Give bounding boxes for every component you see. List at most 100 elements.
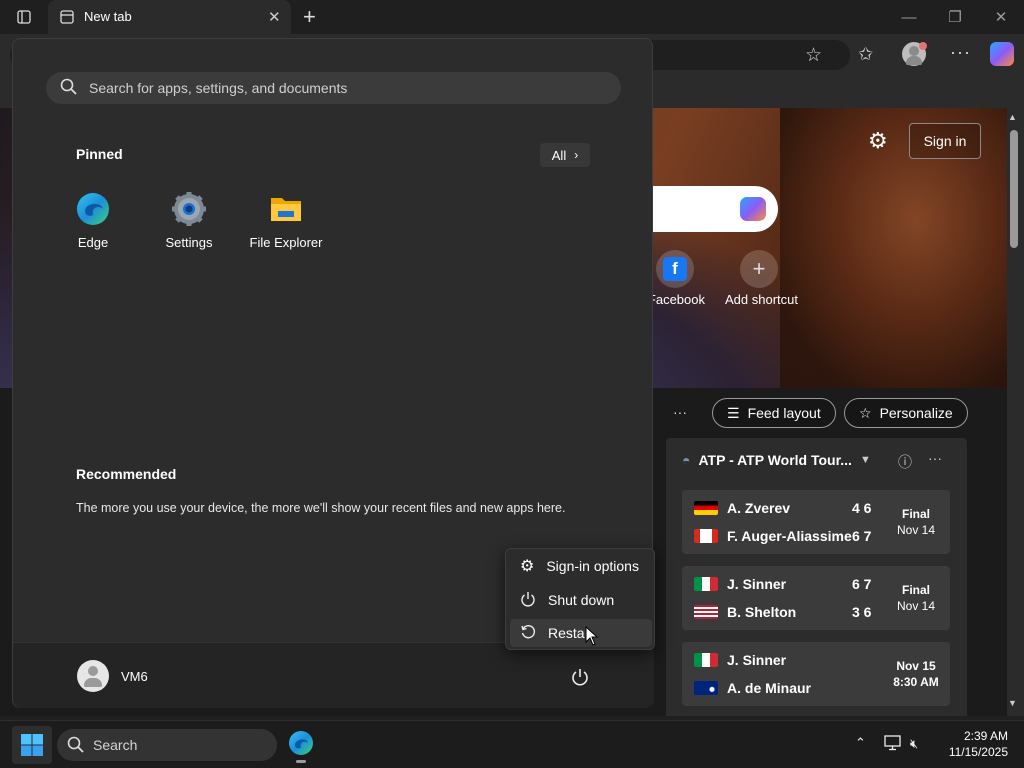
power-menu-shut-down[interactable]: Shut down [510, 586, 652, 614]
folder-icon [268, 191, 304, 227]
all-apps-button[interactable]: All › [540, 143, 590, 167]
power-icon [520, 591, 536, 610]
facebook-icon: f [663, 257, 687, 281]
tab-actions-icon[interactable] [12, 8, 36, 26]
settings-gear-icon [171, 191, 207, 227]
volume-muted-icon[interactable]: 🔇︎ [910, 736, 918, 752]
tennis-ball-icon: ◓ [682, 452, 691, 468]
taskbar-edge-icon[interactable] [288, 730, 314, 761]
flag-australia-icon [694, 681, 718, 695]
feed-layout-button[interactable]: ☰ Feed layout [712, 398, 836, 428]
pinned-app-settings[interactable]: Settings [141, 191, 237, 250]
player-name: J. Sinner [727, 576, 787, 592]
match-status: Final Nov 14 [887, 582, 945, 614]
windows-logo-icon [21, 734, 43, 761]
start-search-box[interactable]: Search for apps, settings, and documents [46, 72, 621, 104]
restart-icon [520, 624, 536, 643]
match-card[interactable]: J. Sinner 6 7 B. Shelton 3 6 Final Nov 1… [682, 566, 950, 630]
chevron-down-icon: ▼ [859, 454, 871, 466]
pinned-app-label: Settings [165, 235, 213, 250]
player-score: 4 6 [852, 500, 872, 516]
power-button-icon[interactable] [570, 667, 590, 692]
gear-icon: ⚙ [520, 558, 535, 575]
profile-avatar[interactable] [902, 42, 927, 66]
search-icon [60, 78, 78, 101]
match-status-label: Final [901, 507, 930, 521]
flag-italy-icon [694, 653, 718, 667]
clock-time: 2:39 AM [963, 729, 1008, 743]
scroll-down-icon[interactable]: ▼ [1008, 698, 1017, 708]
match-player-row: A. Zverev [694, 494, 790, 522]
power-menu-label: Shut down [548, 592, 615, 608]
favorites-icon[interactable]: ✩ [858, 44, 873, 65]
recommended-text: The more you use your device, the more w… [76, 501, 566, 515]
flag-germany-icon [694, 501, 718, 515]
match-date: Nov 14 [896, 599, 936, 613]
facebook-shortcut[interactable]: f [656, 250, 694, 288]
all-apps-label: All [551, 147, 567, 163]
flag-italy-icon [694, 577, 718, 591]
match-status: Final Nov 14 [887, 506, 945, 538]
match-date: 8:30 AM [893, 675, 939, 689]
player-score: 6 7 [852, 528, 872, 544]
restore-icon[interactable]: ❐ [932, 0, 978, 34]
match-status-label: Nov 15 [896, 659, 936, 673]
clock[interactable]: 2:39 AM 11/15/2025 [938, 728, 1008, 760]
pinned-app-label: File Explorer [249, 235, 323, 250]
running-indicator [296, 760, 306, 763]
show-hidden-icons-chevron-up-icon[interactable]: ⌃ [855, 735, 866, 751]
tab-close-icon[interactable]: ✕ [268, 8, 281, 26]
card-more-icon[interactable]: ··· [928, 450, 942, 466]
power-menu-signin-options[interactable]: ⚙ Sign-in options [510, 552, 652, 580]
more-options-icon[interactable]: ··· [950, 42, 971, 63]
feed-more-icon[interactable]: ··· [673, 404, 687, 420]
close-window-icon[interactable]: ✕ [978, 0, 1024, 34]
start-search-placeholder: Search for apps, settings, and documents [89, 80, 348, 96]
sports-card-title: ATP - ATP World Tour... [698, 452, 852, 468]
player-name: B. Shelton [727, 604, 797, 620]
user-avatar-icon [77, 660, 109, 692]
search-icon [67, 736, 85, 759]
tab-new-tab[interactable]: New tab ✕ [48, 0, 291, 34]
sports-card-header[interactable]: ◓ ATP - ATP World Tour... ▼ [682, 452, 871, 468]
player-score: 3 6 [852, 604, 872, 620]
match-player-row: A. de Minaur [694, 674, 811, 702]
flag-canada-icon [694, 529, 718, 543]
new-tab-button[interactable]: + [303, 4, 316, 30]
player-score: 6 7 [852, 576, 872, 592]
personalize-button[interactable]: ☆ Personalize [844, 398, 968, 428]
match-player-row: B. Shelton [694, 598, 796, 626]
scroll-up-icon[interactable]: ▲ [1008, 112, 1017, 122]
taskbar-search-label: Search [93, 737, 138, 753]
taskbar-search-box[interactable]: Search [57, 729, 277, 761]
player-name: J. Sinner [727, 652, 787, 668]
user-name: VM6 [121, 668, 148, 684]
match-player-row: J. Sinner [694, 646, 786, 674]
pinned-app-file-explorer[interactable]: File Explorer [238, 191, 334, 250]
pinned-app-edge[interactable]: Edge [45, 191, 141, 250]
add-shortcut-icon[interactable]: + [740, 250, 778, 288]
power-menu-label: Restart [548, 625, 585, 641]
copilot-icon[interactable] [990, 42, 1014, 66]
signin-button[interactable]: Sign in [909, 123, 981, 159]
power-menu-restart[interactable]: Restart [510, 619, 652, 647]
recommended-heading: Recommended [76, 466, 177, 482]
match-player-row: J. Sinner [694, 570, 786, 598]
page-settings-gear-icon[interactable]: ⚙ [868, 128, 888, 154]
copilot-search-icon[interactable] [740, 197, 766, 221]
sparkle-star-icon: ☆ [859, 404, 872, 421]
player-name: A. de Minaur [727, 680, 812, 696]
minimize-icon[interactable]: — [886, 0, 932, 34]
match-card[interactable]: J. Sinner A. de Minaur Nov 15 8:30 AM [682, 642, 950, 706]
favorite-star-icon[interactable]: ☆ [805, 44, 822, 67]
user-account-button[interactable]: VM6 [77, 660, 148, 692]
match-card[interactable]: A. Zverev 4 6 F. Auger-Aliassime 6 7 Fin… [682, 490, 950, 554]
web-search-box[interactable] [640, 186, 778, 232]
sliders-icon: ☰ [727, 404, 740, 421]
shortcut-label-facebook: Facebook [650, 292, 705, 307]
clock-date: 11/15/2025 [948, 745, 1008, 759]
info-icon[interactable]: ⓘ [898, 452, 912, 472]
scrollbar-thumb[interactable] [1010, 130, 1018, 248]
network-icon[interactable] [884, 735, 902, 756]
start-button[interactable] [12, 726, 52, 764]
